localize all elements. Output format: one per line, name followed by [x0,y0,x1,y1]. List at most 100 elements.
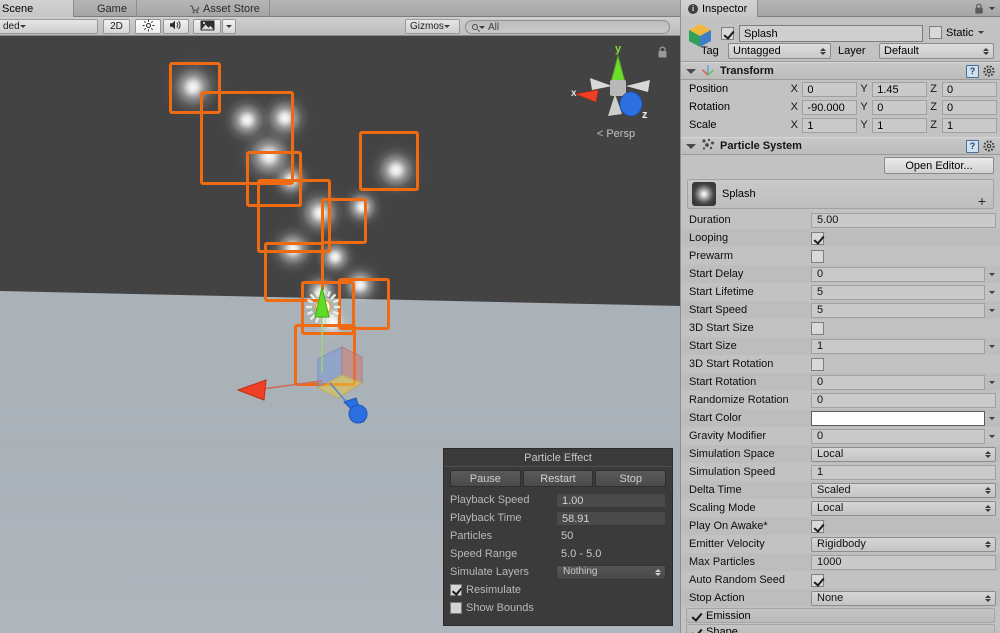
axis-label-z: Z [930,101,937,113]
chevron-down-icon[interactable] [989,416,995,420]
game-moon-icon [83,4,93,14]
particle-property-field[interactable]: 0 [811,428,985,444]
particle-property-row: 3D Start Size [681,319,1000,337]
checkbox[interactable] [450,584,462,596]
particle-property-field[interactable]: 0 [811,374,985,390]
particle-module-row[interactable]: Emission [686,608,995,623]
chevron-down-icon[interactable] [989,308,995,312]
draw-mode-dropdown[interactable]: ded [0,19,98,34]
tab-asset-store[interactable]: Asset Store [180,0,270,17]
info-icon: i [688,3,698,14]
scene-fx-button[interactable] [193,19,221,34]
particle-property-row: Stop Action None [681,589,1000,607]
scene-lock-icon[interactable] [657,46,668,62]
scene-search-input[interactable]: All [465,20,670,34]
particle-module-row[interactable]: Shape [686,624,995,633]
toggle-2d-label: 2D [110,21,123,32]
transform-component-header[interactable]: Transform ? [681,62,1000,80]
static-checkbox[interactable] [929,26,942,39]
particle-property-field[interactable]: 5 [811,284,985,300]
checkbox[interactable] [450,602,462,614]
particle-system-component-header[interactable]: Particle System ? [681,137,1000,155]
particle-selection-outline [359,131,419,191]
particle-effect-row-label: Playback Time [450,512,522,524]
particle-property-field[interactable]: 1000 [811,554,996,570]
restart-button[interactable]: Restart [522,470,594,487]
transform-field-y[interactable]: 1.45 [872,81,928,97]
static-toggle[interactable]: Static [929,26,984,39]
chevron-down-icon[interactable] [989,344,995,348]
transform-field-z[interactable]: 0 [942,99,998,115]
particle-effect-row-value[interactable]: 58.91 [556,510,666,526]
particle-property-field[interactable]: 5 [811,302,985,318]
lighting-toggle-button[interactable] [135,19,161,34]
layer-dropdown[interactable]: Default [879,43,994,59]
help-icon[interactable]: ? [966,65,979,78]
transform-field-x[interactable]: 1 [802,117,858,133]
transform-field-z[interactable]: 1 [942,117,998,133]
particle-effect-checkbox-row[interactable]: Show Bounds [444,599,672,617]
axis-label-x: X [790,83,798,95]
particle-effect-row-value[interactable]: 1.00 [556,492,666,508]
help-icon[interactable]: ? [966,140,979,153]
particle-system-module-header[interactable]: Splash + [687,179,994,209]
start-color-swatch[interactable] [811,410,985,426]
gear-icon[interactable] [983,140,996,153]
particle-property-select[interactable]: Local [811,500,996,516]
particle-property-field[interactable]: 1 [811,464,996,480]
tab-scene[interactable]: Scene [0,0,74,17]
particle-property-select[interactable]: Local [811,446,996,462]
particle-property-field[interactable]: 0 [811,266,985,282]
particle-property-checkbox[interactable] [811,321,824,335]
particle-property-field[interactable]: 5.00 [811,212,996,228]
transform-field-z[interactable]: 0 [942,81,998,97]
particle-effect-row: Playback Speed 1.00 [444,491,672,509]
gameobject-enabled-checkbox[interactable] [721,27,734,40]
inspector-menu-chevron-icon[interactable] [989,7,995,10]
transform-field-y[interactable]: 1 [872,117,928,133]
chevron-down-icon[interactable] [989,380,995,384]
chevron-down-icon[interactable] [989,290,995,294]
tab-scene-label: Scene [2,2,34,15]
particle-property-checkbox[interactable] [811,249,824,263]
particle-property-checkbox[interactable] [811,231,824,245]
foldout-arrow-icon[interactable] [686,143,696,149]
transform-field-y[interactable]: 0 [872,99,928,115]
pause-button[interactable]: Pause [450,470,521,487]
tab-game[interactable]: Game [74,0,137,17]
particle-property-label: Simulation Space [689,448,775,460]
particle-property-field[interactable]: 1 [811,338,985,354]
add-module-button[interactable]: + [978,194,986,208]
gameobject-name-field[interactable]: Splash [739,25,923,42]
particle-module-checkbox[interactable] [691,627,701,633]
particle-effect-row-value[interactable]: Nothing [556,564,666,580]
transform-field-x[interactable]: 0 [802,81,858,97]
inspector-tabbar: i Inspector [681,0,1000,17]
foldout-arrow-icon[interactable] [686,68,696,74]
particle-property-checkbox[interactable] [811,519,824,533]
stop-button[interactable]: Stop [595,470,667,487]
chevron-down-icon[interactable] [989,272,995,276]
open-editor-button[interactable]: Open Editor... [884,157,994,174]
particle-property-label: Start Lifetime [689,286,754,298]
tag-dropdown[interactable]: Untagged [728,43,831,59]
scene-fx-dropdown[interactable] [222,19,236,34]
particle-property-select[interactable]: Rigidbody [811,536,996,552]
tab-inspector[interactable]: i Inspector [681,0,759,17]
audio-toggle-button[interactable] [163,19,189,34]
particle-module-checkbox[interactable] [691,611,701,621]
particle-module-label: Shape [706,625,738,633]
static-chevron-down-icon[interactable] [977,31,984,34]
particle-effect-checkbox-row[interactable]: Resimulate [444,581,672,599]
particle-property-checkbox[interactable] [811,573,824,587]
chevron-down-icon[interactable] [989,434,995,438]
transform-field-x[interactable]: -90.000 [802,99,858,115]
particle-property-checkbox[interactable] [811,357,824,371]
particle-property-select[interactable]: Scaled [811,482,996,498]
gizmos-dropdown[interactable]: Gizmos [405,19,460,34]
particle-property-field[interactable]: 0 [811,392,996,408]
inspector-lock-icon[interactable] [974,3,984,18]
gear-icon[interactable] [983,65,996,78]
particle-property-select[interactable]: None [811,590,996,606]
toggle-2d-button[interactable]: 2D [103,19,130,34]
